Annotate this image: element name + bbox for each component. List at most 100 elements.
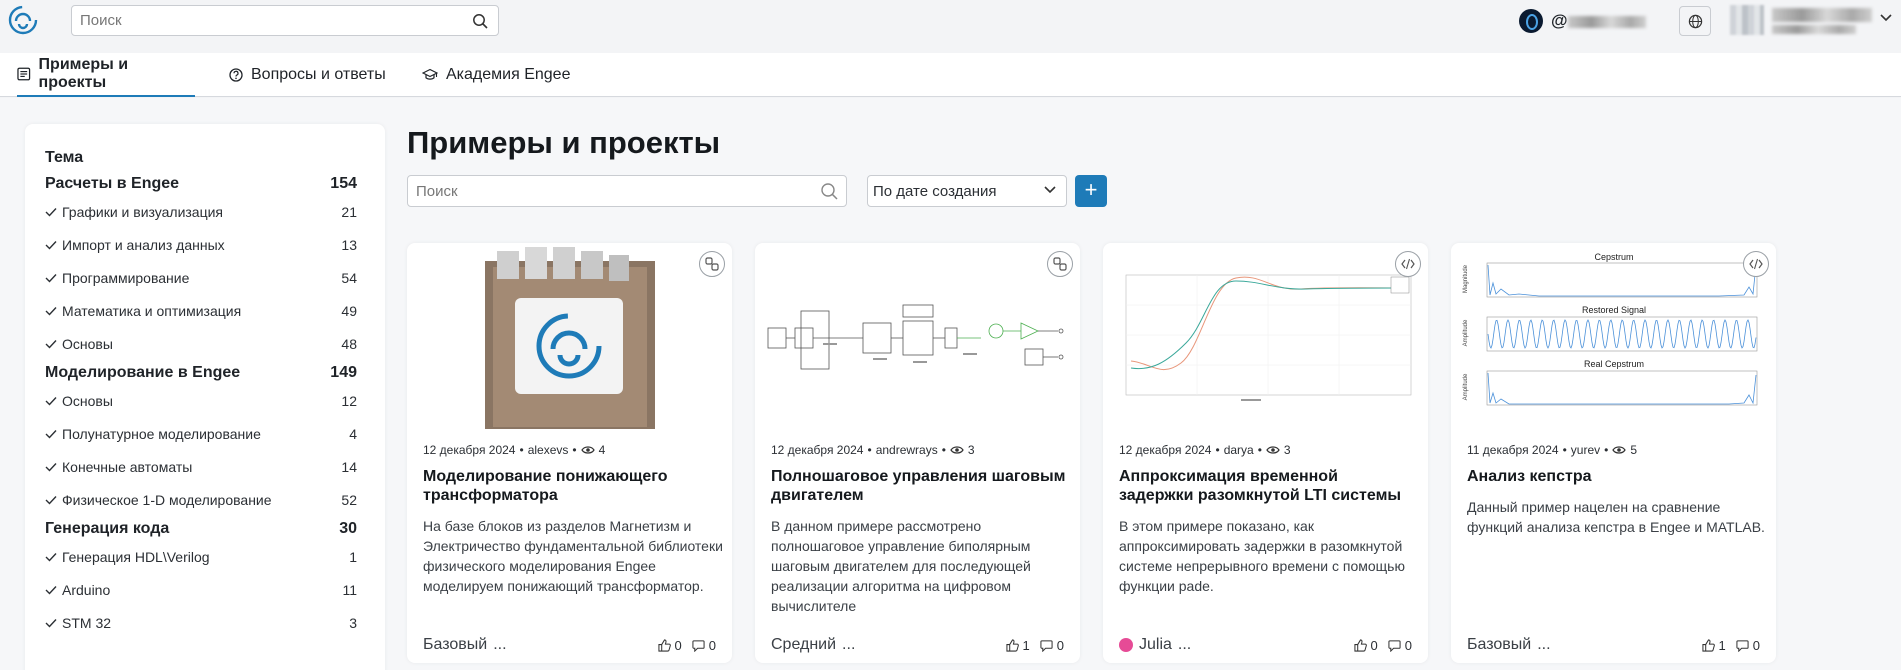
user-handle[interactable]: @ <box>1551 11 1646 31</box>
julia-language-icon <box>1119 638 1133 652</box>
card-title[interactable]: Анализ кепстра <box>1467 467 1762 486</box>
tab-academy[interactable]: Академия Engee <box>422 53 570 97</box>
group-count: 149 <box>330 364 357 381</box>
card-author[interactable]: darya <box>1224 443 1254 457</box>
tab-questions-label: Вопросы и ответы <box>251 66 386 83</box>
card-footer: Базовый... 0 0 <box>423 636 716 654</box>
card-author[interactable]: alexevs <box>528 443 569 457</box>
card-likes: 1 <box>1718 637 1726 653</box>
sidebar-item[interactable]: Конечные автоматы 14 <box>45 459 357 475</box>
sidebar-item[interactable]: Программирование 54 <box>45 270 357 286</box>
card-likes: 0 <box>674 637 682 653</box>
thumbs-up-icon[interactable] <box>1701 638 1715 652</box>
card-views: 4 <box>598 443 606 457</box>
sidebar-item[interactable]: Генерация HDL\Verilog 1 <box>45 549 357 565</box>
sidebar-item[interactable]: Полунатурное моделирование 4 <box>45 426 357 442</box>
card-thumbnail[interactable] <box>1111 243 1420 429</box>
redacted-account-avatar[interactable] <box>1730 5 1764 35</box>
card-dislikes: 0 <box>1752 637 1760 653</box>
sidebar-group-codegen[interactable]: Генерация кода 30 <box>45 520 357 538</box>
global-search[interactable] <box>71 5 499 36</box>
code-icon <box>1743 251 1769 277</box>
example-card[interactable]: 12 декабря 2024 • andrewrays • 3 Полноша… <box>755 243 1080 663</box>
card-thumbnail[interactable]: Cepstrum Magnitude Restored Signal Ampli… <box>1459 243 1768 429</box>
item-label: Физическое 1-D моделирование <box>62 492 272 508</box>
card-date: 12 декабря 2024 <box>1119 443 1212 457</box>
user-avatar[interactable] <box>1519 9 1543 33</box>
example-card[interactable]: Cepstrum Magnitude Restored Signal Ampli… <box>1451 243 1776 663</box>
sidebar-item[interactable]: Математика и оптимизация 49 <box>45 303 357 319</box>
card-title[interactable]: Моделирование понижающего трансформатора <box>423 467 718 505</box>
card-views: 3 <box>967 443 975 457</box>
tab-questions[interactable]: Вопросы и ответы <box>229 53 386 97</box>
sidebar-item[interactable]: Физическое 1-D моделирование 52 <box>45 492 357 508</box>
card-dislikes: 0 <box>708 637 716 653</box>
item-count: 4 <box>349 426 357 442</box>
eye-icon <box>950 446 964 454</box>
eye-icon <box>1266 446 1280 454</box>
item-label: Конечные автоматы <box>62 459 193 475</box>
card-author[interactable]: yurev <box>1571 443 1600 457</box>
examples-search[interactable] <box>407 175 847 207</box>
globe-icon <box>1688 14 1703 29</box>
card-more[interactable]: ... <box>493 636 506 654</box>
cepstrum-plots-image: Cepstrum Magnitude Restored Signal Ampli… <box>1459 243 1768 429</box>
thumbs-up-icon[interactable] <box>1005 638 1019 652</box>
sidebar-group-modeling[interactable]: Моделирование в Engee 149 <box>45 364 357 382</box>
sidebar-item[interactable]: Импорт и анализ данных 13 <box>45 237 357 253</box>
item-count: 12 <box>341 393 357 409</box>
tab-examples[interactable]: Примеры и проекты <box>17 53 195 97</box>
card-thumbnail[interactable] <box>415 243 724 429</box>
comment-icon[interactable] <box>1736 639 1749 652</box>
check-icon <box>45 241 57 250</box>
card-thumbnail[interactable] <box>763 243 1072 429</box>
card-title[interactable]: Полношаговое управления шаговым двигател… <box>771 467 1066 505</box>
thumbs-up-icon[interactable] <box>657 638 671 652</box>
check-icon <box>45 430 57 439</box>
card-footer: Julia... 0 0 <box>1119 636 1412 654</box>
card-level: Средний <box>771 636 837 653</box>
tab-examples-label: Примеры и проекты <box>38 56 129 91</box>
examples-search-input[interactable] <box>408 176 798 206</box>
comment-icon[interactable] <box>1388 639 1401 652</box>
check-icon <box>45 208 57 217</box>
check-icon <box>45 397 57 406</box>
item-count: 1 <box>349 549 357 565</box>
thumbs-up-icon[interactable] <box>1353 638 1367 652</box>
search-icon[interactable] <box>472 13 488 29</box>
chevron-down-icon[interactable] <box>1880 14 1892 22</box>
card-more[interactable]: ... <box>1178 636 1191 654</box>
check-icon <box>45 463 57 472</box>
example-card[interactable]: 12 декабря 2024 • darya • 3 Аппроксимаци… <box>1103 243 1428 663</box>
card-more[interactable]: ... <box>842 636 855 654</box>
thumb-title-3: Real Cepstrum <box>1584 359 1644 369</box>
sidebar-item[interactable]: Графики и визуализация 21 <box>45 204 357 220</box>
item-label: Полунатурное моделирование <box>62 426 261 442</box>
sidebar-item[interactable]: STM 32 3 <box>45 615 357 631</box>
search-icon[interactable] <box>820 182 838 200</box>
global-search-input[interactable] <box>72 6 452 35</box>
item-label: Генерация HDL\Verilog <box>62 549 210 565</box>
sidebar-item[interactable]: Основы 48 <box>45 336 357 352</box>
card-level: Julia <box>1139 636 1172 653</box>
sidebar-item[interactable]: Arduino 11 <box>45 582 357 598</box>
example-card[interactable]: 12 декабря 2024 • alexevs • 4 Моделирова… <box>407 243 732 663</box>
engee-logo-icon[interactable] <box>7 4 39 36</box>
sort-select[interactable]: По дате создания <box>867 175 1067 207</box>
card-more[interactable]: ... <box>1537 636 1550 654</box>
item-label: Математика и оптимизация <box>62 303 242 319</box>
card-title[interactable]: Аппроксимация временной задержки разомкн… <box>1119 467 1414 505</box>
check-icon <box>45 307 57 316</box>
card-author[interactable]: andrewrays <box>876 443 938 457</box>
language-button[interactable] <box>1679 6 1711 36</box>
card-level: Базовый <box>1467 636 1532 653</box>
add-example-button[interactable]: + <box>1075 175 1107 207</box>
item-count: 21 <box>341 204 357 220</box>
redacted-account-name[interactable] <box>1772 8 1872 34</box>
transformer-image <box>415 243 724 429</box>
item-count: 49 <box>341 303 357 319</box>
sidebar-group-calculations[interactable]: Расчеты в Engee 154 <box>45 175 357 193</box>
comment-icon[interactable] <box>1040 639 1053 652</box>
sidebar-item[interactable]: Основы 12 <box>45 393 357 409</box>
comment-icon[interactable] <box>692 639 705 652</box>
